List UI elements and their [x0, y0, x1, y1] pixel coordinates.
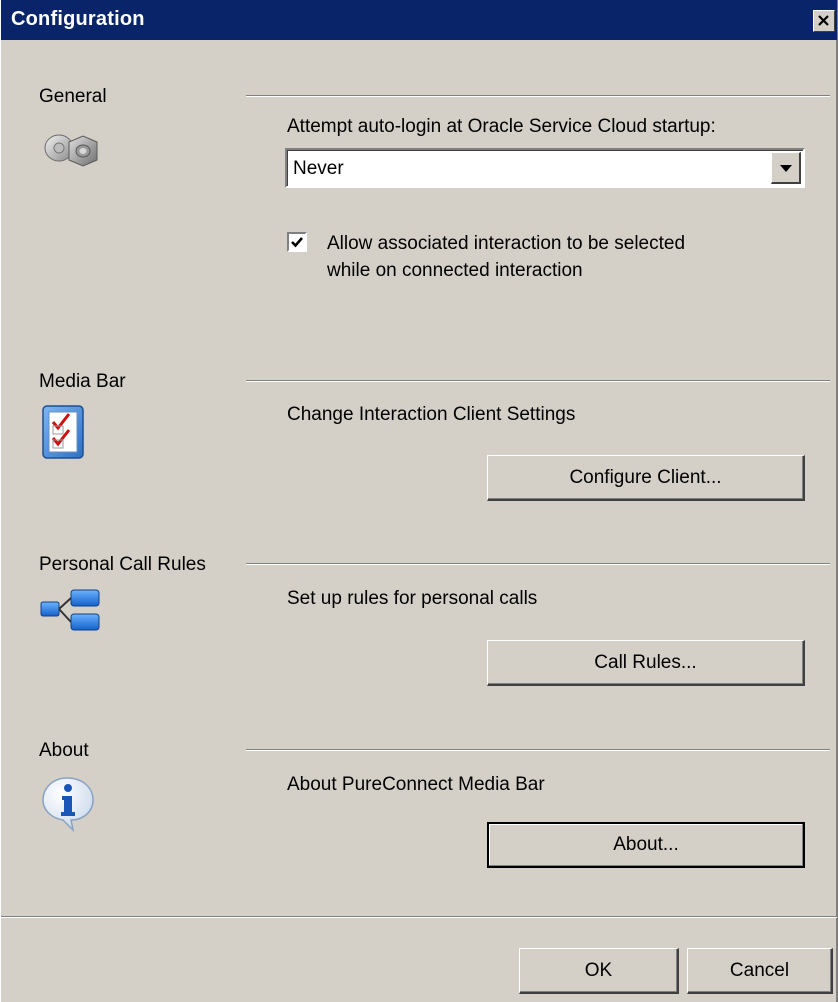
- section-divider-about: [246, 749, 830, 751]
- call-rules-button[interactable]: Call Rules...: [487, 640, 805, 686]
- ok-button[interactable]: OK: [519, 948, 679, 994]
- title-bar[interactable]: Configuration: [1, 0, 837, 40]
- checkbox-label-line2: while on connected interaction: [327, 260, 583, 281]
- checklist-icon: [41, 404, 89, 469]
- gears-icon: [39, 124, 103, 181]
- about-description: About PureConnect Media Bar: [287, 774, 545, 795]
- window-title: Configuration: [11, 8, 145, 30]
- about-button[interactable]: About...: [487, 822, 805, 868]
- section-label-personal-call-rules: Personal Call Rules: [39, 554, 206, 575]
- media-bar-description: Change Interaction Client Settings: [287, 404, 576, 425]
- chevron-down-icon: [780, 165, 792, 172]
- rules-tree-icon: [39, 588, 105, 645]
- autologin-dropdown[interactable]: Never: [285, 148, 805, 188]
- section-divider-media-bar: [246, 380, 830, 382]
- section-label-about: About: [39, 740, 89, 761]
- info-icon: [39, 774, 99, 839]
- personal-call-rules-description: Set up rules for personal calls: [287, 588, 538, 609]
- configuration-window: Configuration General Attempt auto-login…: [0, 0, 838, 1002]
- autologin-selected-value: Never: [293, 158, 344, 179]
- allow-associated-interaction-checkbox[interactable]: [287, 232, 307, 252]
- autologin-label: Attempt auto-login at Oracle Service Clo…: [287, 116, 716, 137]
- cancel-button[interactable]: Cancel: [687, 948, 833, 994]
- checkmark-icon: [291, 237, 303, 248]
- dropdown-arrow-button[interactable]: [771, 152, 801, 184]
- close-icon: [818, 15, 829, 26]
- configure-client-button[interactable]: Configure Client...: [487, 455, 805, 501]
- allow-associated-interaction-label[interactable]: Allow associated interaction to be selec…: [327, 230, 787, 284]
- section-divider-personal-call-rules: [246, 563, 830, 565]
- section-label-media-bar: Media Bar: [39, 371, 126, 392]
- close-button[interactable]: [813, 10, 835, 32]
- checkbox-label-line1: Allow associated interaction to be selec…: [327, 233, 686, 254]
- footer-divider: [1, 916, 837, 918]
- section-divider-general: [246, 95, 830, 97]
- section-label-general: General: [39, 86, 107, 107]
